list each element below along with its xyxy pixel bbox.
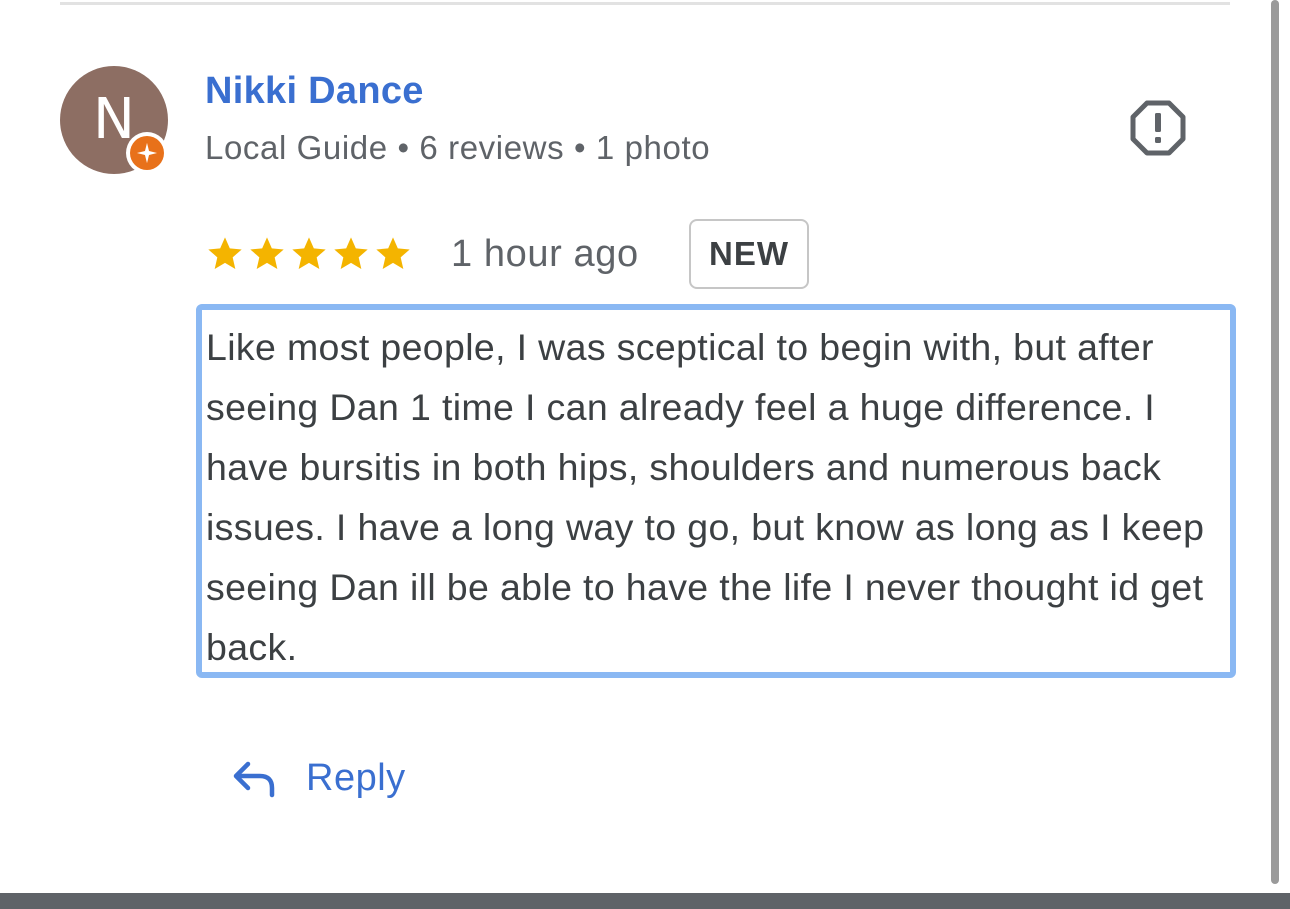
star-icon (208, 237, 242, 269)
star-icon (376, 237, 410, 269)
reply-label: Reply (306, 756, 406, 799)
local-guide-badge-icon (126, 132, 168, 174)
report-review-button[interactable] (1128, 98, 1188, 158)
star-rating (205, 234, 413, 274)
star-icon (334, 237, 368, 269)
top-divider (60, 2, 1230, 5)
review-text-selection[interactable]: Like most people, I was sceptical to beg… (196, 304, 1236, 678)
reply-button[interactable]: Reply (232, 746, 406, 810)
scrollbar-thumb[interactable] (1271, 0, 1279, 884)
new-badge: NEW (689, 219, 809, 289)
bottom-bar (0, 893, 1290, 909)
review-time: 1 hour ago (451, 232, 639, 275)
report-flag-icon (1130, 100, 1186, 156)
reviewer-meta: Local Guide • 6 reviews • 1 photo (205, 129, 711, 166)
rating-row: 1 hour ago (205, 220, 639, 288)
reply-arrow-icon (233, 761, 275, 798)
reviewer-name[interactable]: Nikki Dance (205, 70, 424, 113)
star-icon (292, 237, 326, 269)
review-card: N Nikki Dance Local Guide • 6 reviews • … (0, 0, 1290, 909)
review-text: Like most people, I was sceptical to beg… (206, 326, 1205, 668)
star-icon (250, 237, 284, 269)
